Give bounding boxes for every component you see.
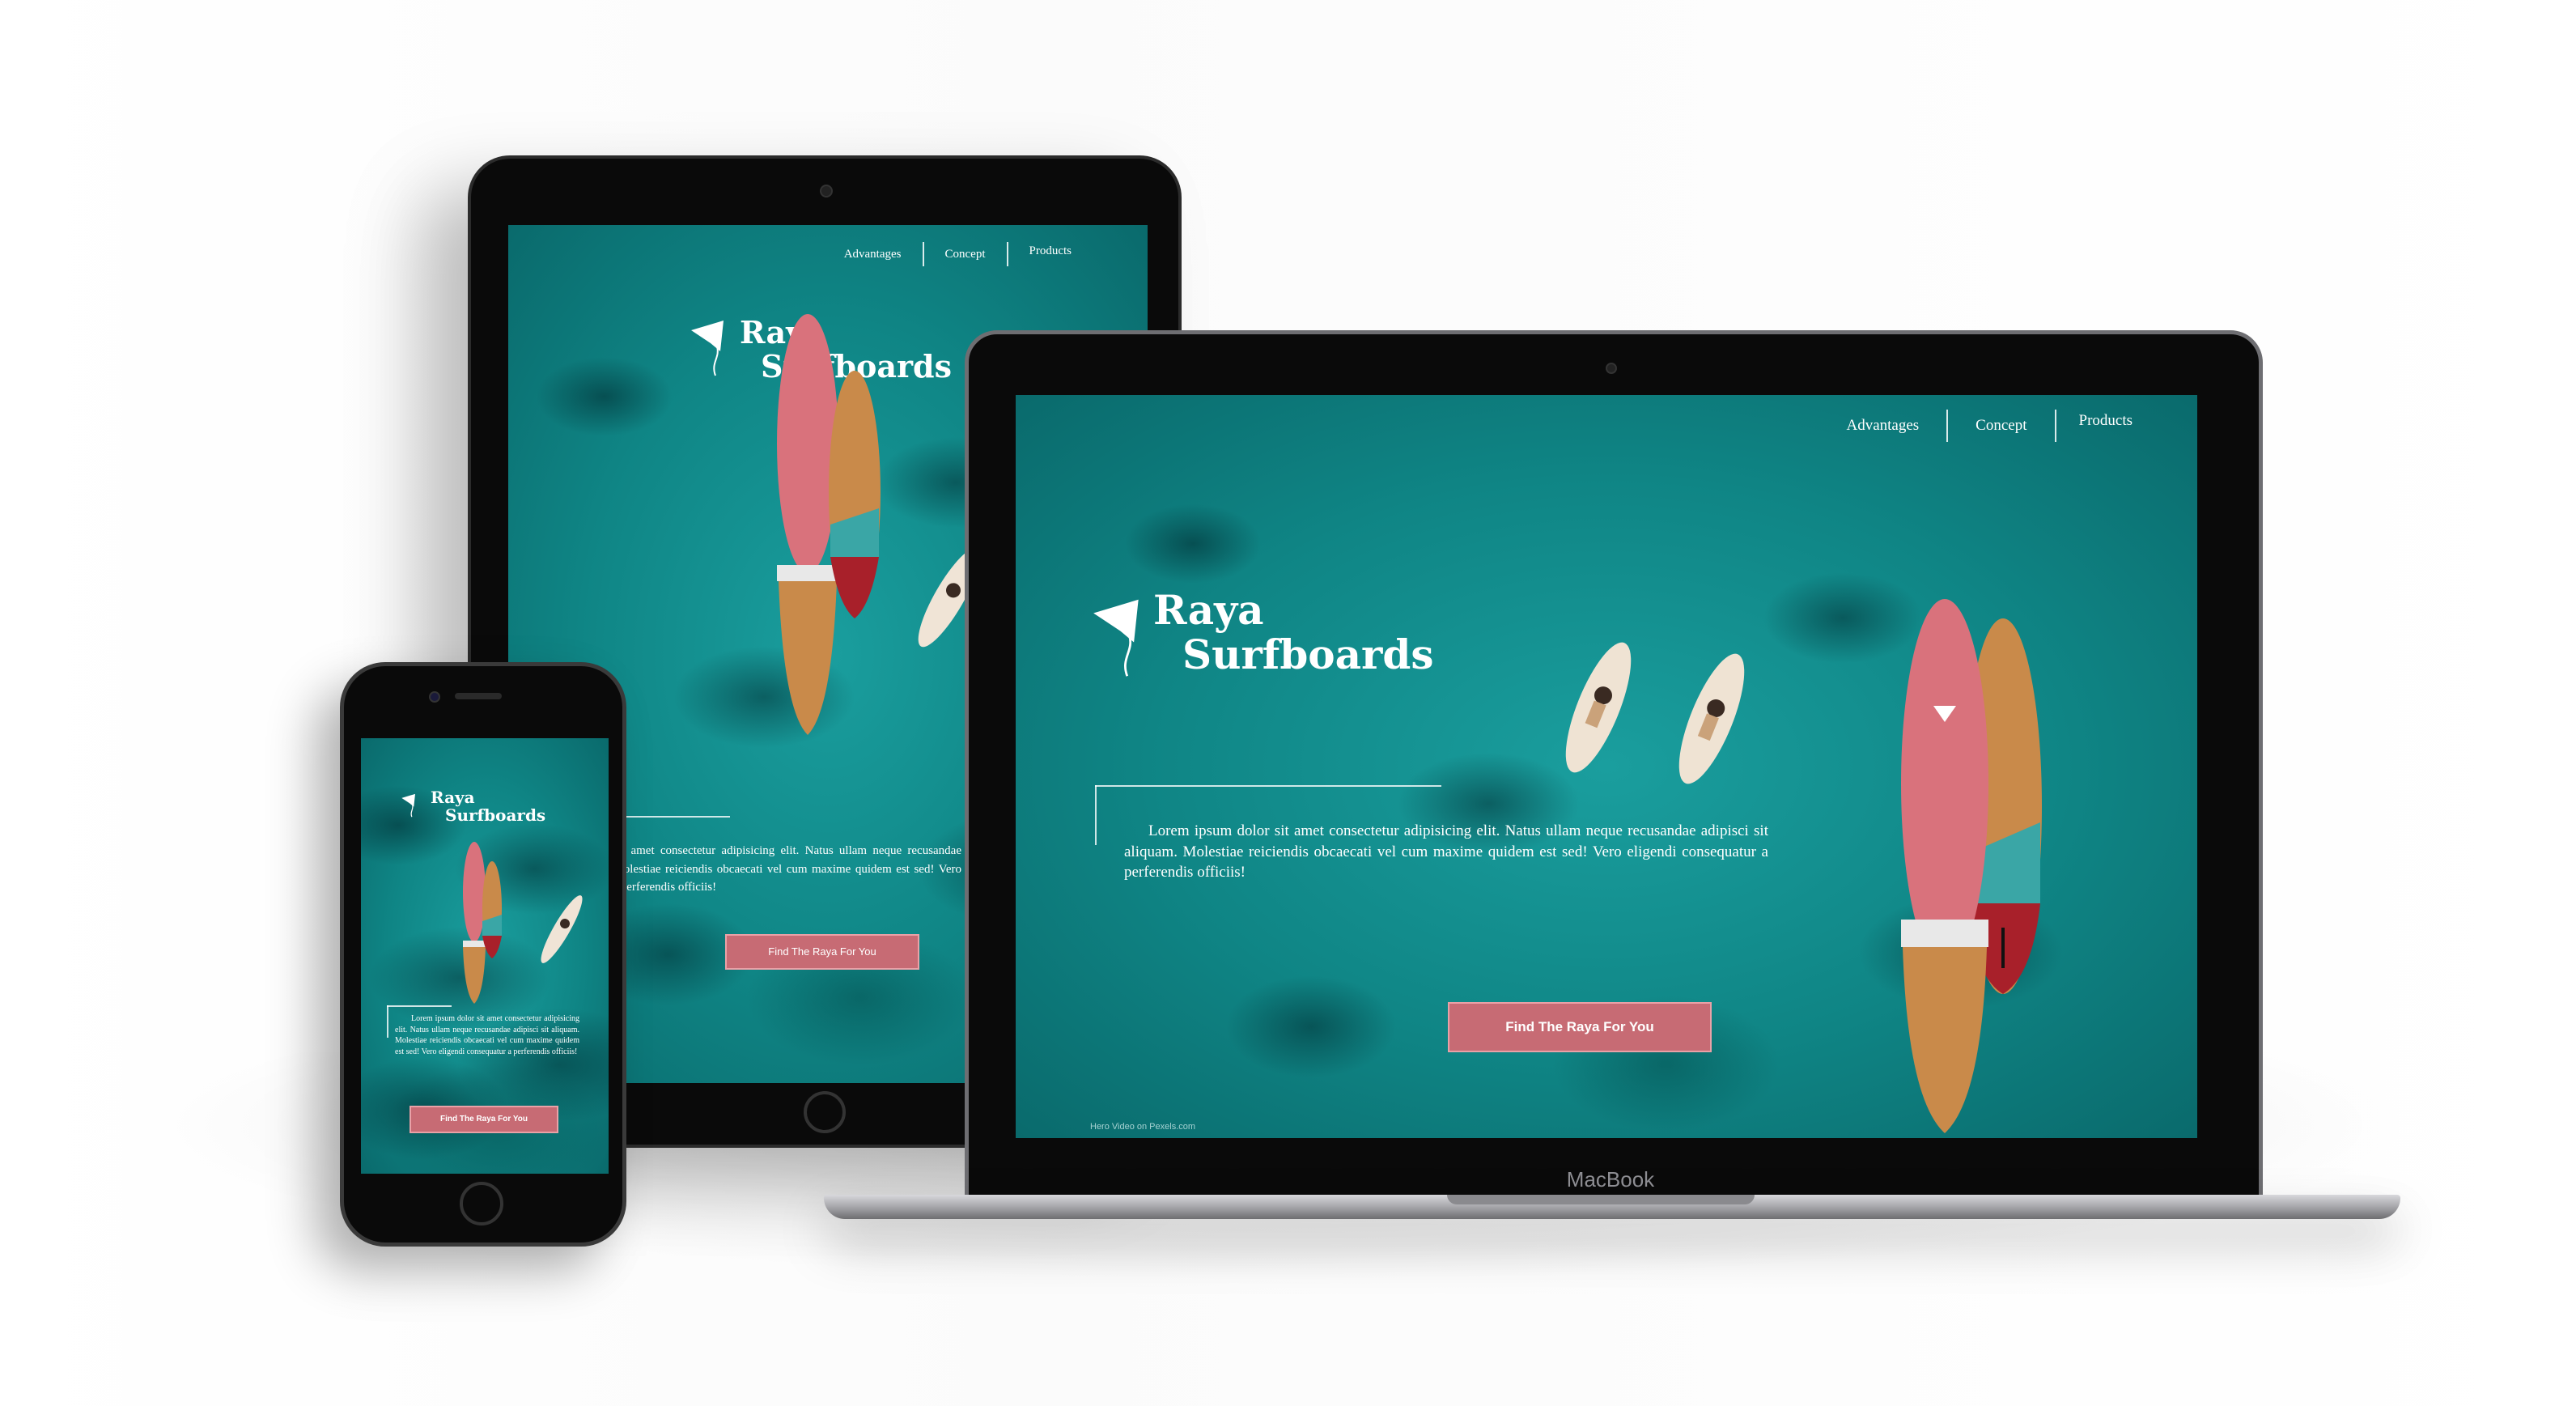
divider-line-vertical [387, 1005, 388, 1038]
find-raya-button[interactable]: Find The Raya For You [1448, 1002, 1712, 1052]
phone-screen: Raya Surfboards Lorem ipsum dolor sit am… [361, 738, 609, 1174]
pink-wood-surfboard [777, 314, 838, 735]
phone-home-button[interactable] [460, 1182, 503, 1225]
laptop-notch [1447, 1195, 1755, 1204]
divider-line [387, 1005, 452, 1007]
teal-red-surfboard [482, 861, 502, 958]
tablet-home-button[interactable] [804, 1091, 846, 1133]
laptop-screen: Advantages Concept Products Raya Surfboa… [1016, 395, 2197, 1138]
tablet-camera [820, 185, 833, 198]
video-credit[interactable]: Hero Video on Pexels.com [1090, 1122, 1195, 1132]
paddleboarder [541, 895, 583, 963]
teal-red-surfboard [829, 371, 881, 618]
find-raya-button[interactable]: Find The Raya For You [725, 934, 919, 970]
phone-speaker [455, 693, 502, 699]
laptop-camera [1606, 363, 1617, 374]
paddleboarder-2 [1678, 653, 1745, 784]
divider-line [1095, 785, 1441, 787]
pink-wood-surfboard [1901, 599, 1988, 1133]
find-raya-button[interactable]: Find The Raya For You [410, 1106, 558, 1133]
hero-description: Lorem ipsum dolor sit amet consectetur a… [1124, 822, 1768, 881]
pink-wood-surfboard [463, 842, 486, 1004]
laptop-brand-label: MacBook [1566, 1167, 1655, 1191]
hero-description: Lorem ipsum dolor sit amet consectetur a… [395, 1014, 579, 1056]
paddleboarder-1 [1565, 642, 1632, 773]
divider-line-vertical [1095, 785, 1097, 845]
phone-camera [429, 691, 440, 703]
